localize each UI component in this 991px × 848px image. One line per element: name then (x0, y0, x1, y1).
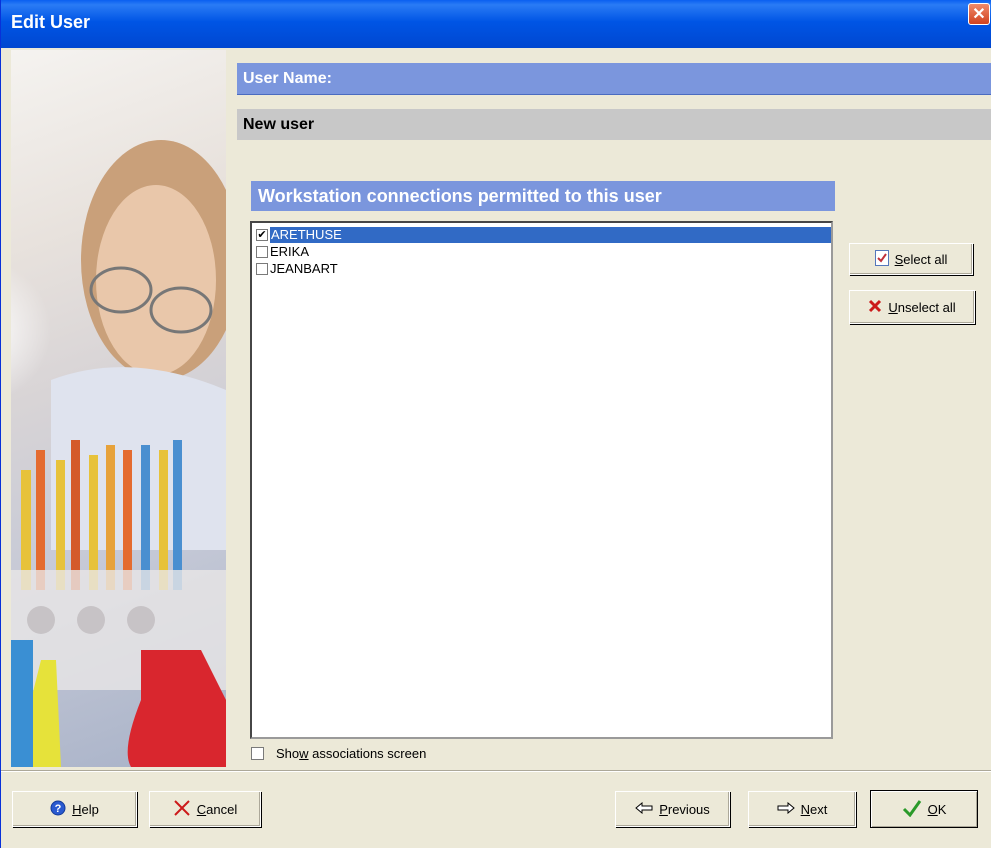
window-title: Edit User (11, 12, 91, 32)
close-icon: ✕ (972, 6, 986, 23)
edit-user-dialog: Edit User ✕ User Name: New user Workstat… (0, 0, 991, 848)
cancel-x-icon (173, 799, 191, 820)
arrow-left-icon (635, 801, 653, 817)
workstation-heading: Workstation connections permitted to thi… (251, 181, 835, 211)
workstation-label: ERIKA (270, 244, 310, 259)
cancel-button[interactable]: Cancel (149, 791, 261, 827)
help-icon: ? (50, 800, 66, 819)
checkbox[interactable] (251, 747, 264, 760)
lab-image (11, 140, 226, 767)
workstation-list[interactable]: ✔ ARETHUSE ERIKA JEANBART (250, 221, 833, 739)
user-name-value: New user (237, 109, 991, 140)
svg-text:?: ? (55, 803, 62, 815)
unselect-all-button[interactable]: Unselect all (849, 290, 975, 324)
footer-divider (1, 770, 991, 772)
show-associations-checkbox[interactable]: Show associations screen (251, 746, 426, 761)
list-item[interactable]: JEANBART (256, 261, 338, 277)
list-item[interactable]: ✔ ARETHUSE (256, 227, 831, 243)
user-name-label: User Name: (237, 63, 991, 95)
scientist-photo (11, 50, 226, 767)
ok-button[interactable]: OK (870, 790, 978, 828)
checkbox[interactable] (256, 263, 268, 275)
title-bar[interactable]: Edit User ✕ (1, 0, 991, 48)
help-button[interactable]: ? Help (12, 791, 137, 827)
workstation-label: ARETHUSE (270, 227, 831, 243)
checkbox[interactable] (256, 246, 268, 258)
checklist-icon (874, 249, 889, 269)
show-associations-label: Show associations screen (276, 746, 427, 761)
previous-button[interactable]: Previous (615, 791, 730, 827)
red-x-icon (868, 299, 882, 316)
next-button[interactable]: Next (748, 791, 856, 827)
select-all-button[interactable]: Select all (849, 243, 973, 275)
close-button[interactable]: ✕ (968, 3, 990, 25)
arrow-right-icon (777, 801, 795, 817)
workstation-label: JEANBART (270, 261, 338, 276)
list-item[interactable]: ERIKA (256, 244, 309, 260)
checkbox-checked[interactable]: ✔ (256, 229, 268, 241)
checkmark-icon (902, 799, 922, 820)
